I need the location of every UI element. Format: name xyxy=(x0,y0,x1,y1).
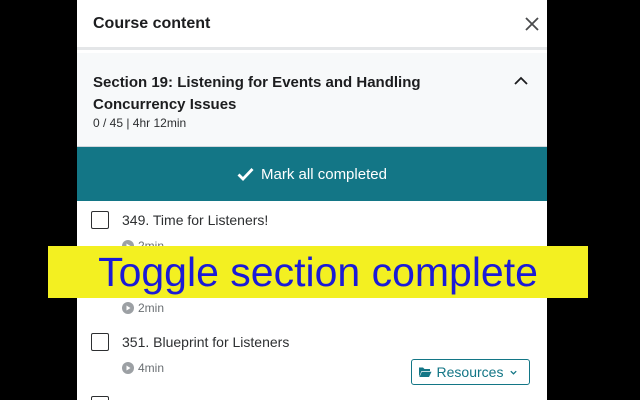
check-icon xyxy=(237,168,254,181)
mark-all-completed-button[interactable]: Mark all completed xyxy=(77,147,547,201)
duration-text: 2min xyxy=(138,301,165,315)
panel-title: Course content xyxy=(93,15,211,32)
lecture-checkbox[interactable] xyxy=(91,333,109,351)
section-title: Section 19: Listening for Events and Han… xyxy=(93,74,421,113)
panel-header: Course content xyxy=(77,0,547,50)
course-content-panel: Course content Section 19: Listening for… xyxy=(77,0,547,400)
close-icon xyxy=(525,17,539,31)
lecture-title: 351. Blueprint for Listeners xyxy=(122,334,290,350)
mark-all-label: Mark all completed xyxy=(261,165,387,183)
folder-open-icon xyxy=(418,367,432,377)
lecture-item[interactable]: 351. Blueprint for Listeners 4min Resour… xyxy=(77,323,547,385)
play-circle-icon xyxy=(122,302,134,314)
section-meta: 0 / 45 | 4hr 12min xyxy=(93,116,187,130)
lecture-duration: 2min xyxy=(122,301,164,315)
duration-text: 4min xyxy=(138,361,165,375)
lecture-checkbox[interactable] xyxy=(91,211,109,229)
play-circle-icon xyxy=(122,362,134,374)
close-button[interactable] xyxy=(517,10,547,38)
lecture-checkbox[interactable] xyxy=(91,396,109,400)
caption-overlay: Toggle section complete xyxy=(48,246,588,298)
lecture-duration: 4min xyxy=(122,361,164,375)
chevron-down-icon xyxy=(510,370,518,375)
lecture-title: 349. Time for Listeners! xyxy=(122,212,269,228)
chevron-up-icon[interactable] xyxy=(511,71,531,91)
section-header[interactable]: Section 19: Listening for Events and Han… xyxy=(77,53,547,147)
resources-label: Resources xyxy=(436,364,504,380)
resources-button[interactable]: Resources xyxy=(411,359,530,385)
